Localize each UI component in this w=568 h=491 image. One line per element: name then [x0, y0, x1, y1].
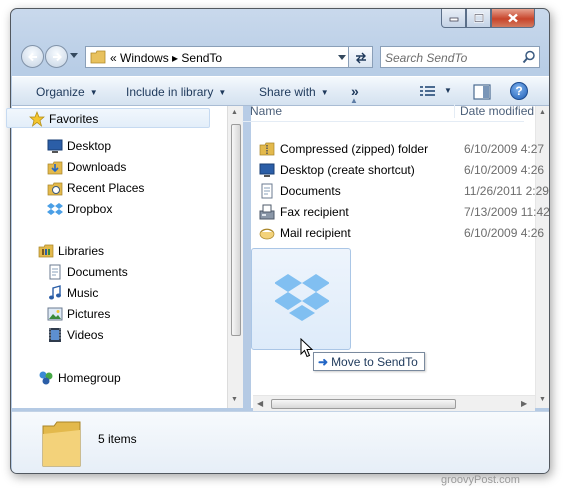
column-header-date[interactable]: Date modified [454, 104, 534, 118]
desktop-icon [259, 163, 275, 177]
scroll-up-icon[interactable]: ▲ [539, 109, 546, 116]
file-date: 6/10/2009 4:26 [464, 226, 545, 240]
file-row[interactable]: Compressed (zipped) folder 6/10/2009 4:2… [259, 139, 544, 159]
help-button[interactable]: ? [510, 82, 528, 100]
file-name: Fax recipient [280, 205, 349, 219]
mail-icon [259, 228, 275, 240]
downloads-icon [47, 161, 63, 175]
folder-icon [42, 421, 81, 467]
file-row[interactable]: Mail recipient 6/10/2009 4:26 [259, 223, 544, 243]
share-with-button[interactable]: Share with ▼ [259, 85, 329, 99]
navigation-pane-scrollbar[interactable]: ▲ ▼ [227, 106, 243, 408]
forward-button[interactable] [45, 45, 68, 68]
recent-pages-dropdown[interactable] [70, 53, 78, 59]
forward-arrow-icon [53, 52, 62, 62]
scroll-up-icon[interactable]: ▲ [231, 109, 238, 116]
nav-libraries[interactable]: Libraries [38, 241, 188, 261]
search-box[interactable] [380, 46, 540, 68]
scroll-thumb[interactable] [231, 124, 241, 336]
back-button[interactable] [21, 45, 44, 68]
videos-icon [49, 328, 61, 342]
pictures-icon [47, 307, 63, 321]
file-row[interactable]: Desktop (create shortcut) 6/10/2009 4:26 [259, 160, 544, 180]
file-date: 6/10/2009 4:27 [464, 142, 545, 156]
drag-tooltip: ➜ Move to SendTo [313, 352, 425, 371]
file-row[interactable]: Documents 11/26/2011 2:29 [259, 181, 549, 201]
arrow-right-icon: ➜ [318, 355, 329, 369]
minimize-icon [449, 17, 458, 22]
chevron-down-icon[interactable] [338, 55, 346, 61]
scroll-down-icon[interactable]: ▼ [231, 396, 238, 403]
dropbox-icon [275, 274, 329, 321]
nav-homegroup[interactable]: Homegroup [38, 368, 188, 388]
maximize-button[interactable] [466, 9, 491, 28]
minimize-button[interactable] [441, 9, 466, 28]
file-name: Documents [280, 184, 341, 198]
recent-places-icon [47, 182, 63, 196]
chevron-down-icon[interactable]: ▼ [444, 86, 452, 95]
file-name: Mail recipient [280, 226, 351, 240]
details-pane: 5 items [12, 411, 549, 473]
sort-ascending-icon: ▲ [350, 96, 358, 105]
nav-item-recent-places[interactable]: Recent Places [47, 178, 197, 198]
documents-icon [49, 264, 61, 280]
nav-favorites[interactable]: Favorites [6, 108, 210, 128]
nav-item-music[interactable]: Music [47, 283, 197, 303]
scroll-thumb[interactable] [271, 399, 456, 409]
search-input[interactable] [385, 50, 519, 65]
maximize-icon [473, 13, 484, 23]
dropbox-icon [47, 203, 63, 215]
music-icon [49, 285, 61, 300]
file-date: 6/10/2009 4:26 [464, 163, 545, 177]
search-icon[interactable] [522, 50, 536, 64]
column-headers: ▲ Name Date modified [242, 96, 534, 122]
mouse-cursor-icon [300, 338, 314, 358]
nav-item-documents[interactable]: Documents [47, 262, 197, 282]
organize-button[interactable]: Organize ▼ [36, 85, 98, 99]
star-icon [29, 111, 45, 127]
close-icon [508, 13, 518, 23]
item-count: 5 items [98, 432, 137, 446]
file-date: 7/13/2009 11:42 [464, 205, 550, 219]
change-view-icon[interactable] [419, 84, 437, 98]
scroll-down-icon[interactable]: ▼ [539, 396, 546, 403]
watermark: groovyPost.com [441, 474, 520, 486]
zip-folder-icon [259, 142, 275, 156]
preview-pane-icon[interactable] [473, 84, 491, 100]
scroll-left-icon[interactable]: ◀ [257, 399, 263, 408]
document-icon [261, 183, 273, 199]
address-bar[interactable]: « Windows ▸ SendTo [85, 46, 349, 68]
file-row[interactable]: Fax recipient 7/13/2009 11:42 [259, 202, 550, 222]
drag-preview [251, 248, 351, 350]
back-arrow-icon [28, 52, 37, 62]
nav-item-videos[interactable]: Videos [47, 325, 197, 345]
file-name: Compressed (zipped) folder [280, 142, 429, 156]
chevron-down-icon: ▼ [320, 88, 329, 97]
libraries-icon [38, 244, 54, 258]
nav-item-dropbox[interactable]: Dropbox [47, 199, 197, 219]
nav-item-downloads[interactable]: Downloads [47, 157, 197, 177]
desktop-icon [47, 139, 63, 153]
refresh-button[interactable] [349, 46, 373, 68]
file-name: Desktop (create shortcut) [280, 163, 415, 177]
folder-icon [90, 50, 106, 64]
address-row: « Windows ▸ SendTo [17, 43, 545, 71]
homegroup-icon [39, 371, 53, 385]
breadcrumb[interactable]: Windows ▸ SendTo [120, 51, 222, 65]
scroll-right-icon[interactable]: ▶ [521, 399, 527, 408]
close-button[interactable] [491, 9, 535, 28]
refresh-icon [356, 52, 366, 64]
nav-item-pictures[interactable]: Pictures [47, 304, 197, 324]
address-chevrons[interactable]: « [110, 51, 117, 65]
chevron-down-icon: ▼ [89, 88, 98, 97]
column-header-name[interactable]: Name [250, 104, 282, 118]
fax-icon [259, 204, 275, 220]
file-date: 11/26/2011 2:29 [464, 184, 549, 198]
include-in-library-button[interactable]: Include in library ▼ [126, 85, 226, 99]
file-list-horizontal-scrollbar[interactable]: ◀ ▶ [253, 395, 535, 411]
chevron-down-icon: ▼ [218, 88, 227, 97]
nav-item-desktop[interactable]: Desktop [47, 136, 197, 156]
